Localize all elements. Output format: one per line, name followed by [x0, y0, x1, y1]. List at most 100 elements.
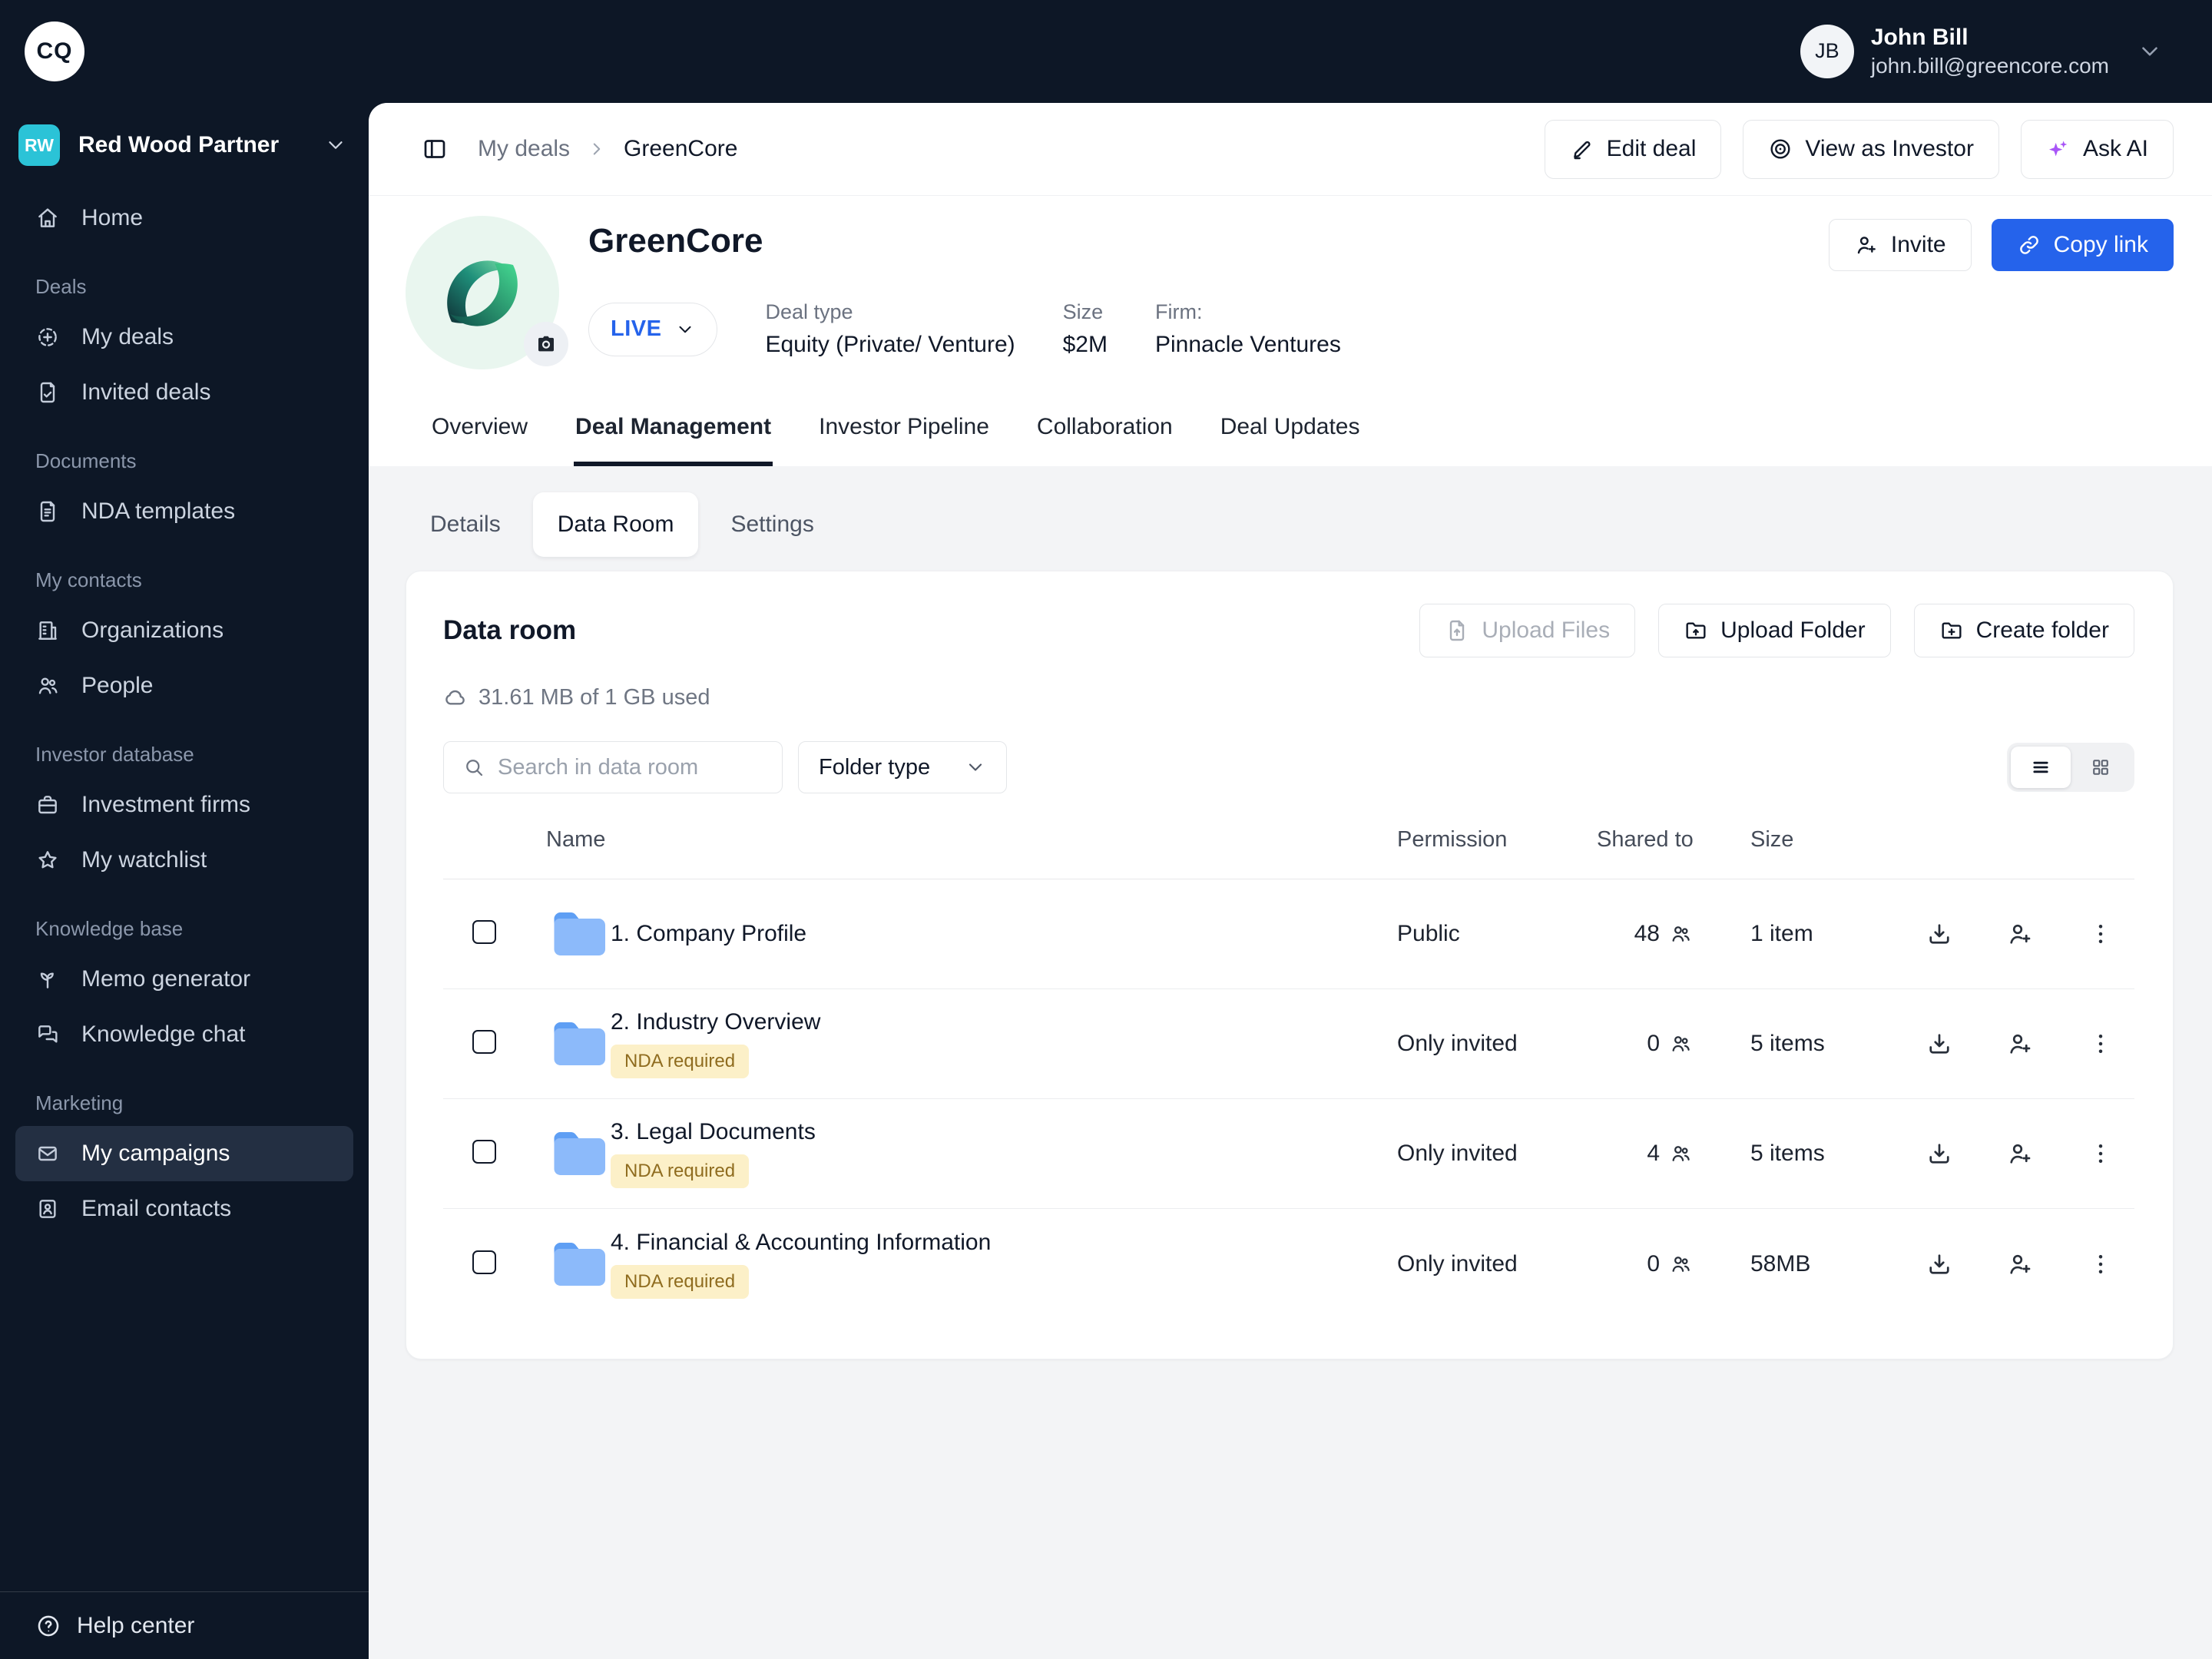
shared-to-value: 48 [1597, 921, 1750, 947]
user-menu[interactable]: JB John Bill john.bill@greencore.com [1800, 23, 2163, 80]
sidebar-item-label: Memo generator [81, 966, 251, 992]
download-icon[interactable] [1926, 920, 1953, 948]
file-text-icon [35, 499, 60, 524]
chevron-right-icon [587, 139, 607, 159]
kebab-menu-icon[interactable] [2087, 920, 2114, 948]
row-checkbox[interactable] [472, 1140, 496, 1164]
workspace-badge: RW [18, 124, 60, 166]
folder-name[interactable]: 3. Legal Documents [611, 1119, 816, 1145]
folder-name[interactable]: 1. Company Profile [611, 921, 806, 947]
upload-folder-button[interactable]: Upload Folder [1658, 604, 1891, 657]
person-plus-icon[interactable] [2006, 920, 2034, 948]
subtab-details[interactable]: Details [406, 492, 525, 557]
sidebar-item-home[interactable]: Home [15, 190, 353, 246]
sidebar-item-email-contacts[interactable]: Email contacts [15, 1181, 353, 1237]
invite-button[interactable]: Invite [1828, 219, 1972, 271]
sidebar-item-label: My campaigns [81, 1141, 230, 1166]
person-plus-icon[interactable] [2006, 1030, 2034, 1058]
chevron-down-icon [675, 320, 695, 339]
person-plus-icon[interactable] [2006, 1250, 2034, 1278]
folder-name[interactable]: 4. Financial & Accounting Information [611, 1230, 991, 1256]
workspace-name: Red Wood Partner [78, 132, 280, 157]
sidebar-item-investment-firms[interactable]: Investment firms [15, 777, 353, 833]
upload-file-icon [1445, 618, 1469, 643]
data-room-card: Data room Upload Files Upload Folder Cre… [406, 571, 2174, 1359]
sidebar-item-knowledge-chat[interactable]: Knowledge chat [15, 1007, 353, 1062]
sidebar-item-memo-generator[interactable]: Memo generator [15, 952, 353, 1007]
tab-deal-updates[interactable]: Deal Updates [1219, 403, 1362, 466]
sidebar-section-knowledge-base: Knowledge base [35, 917, 184, 940]
app-logo[interactable]: CQ [25, 22, 84, 81]
deal-status-dropdown[interactable]: LIVE [588, 302, 718, 356]
size-value: 1 item [1750, 921, 1813, 946]
sidebar-item-people[interactable]: People [15, 658, 353, 714]
table-row: 1. Company Profile Public 48 1 item [443, 879, 2134, 989]
tab-overview[interactable]: Overview [430, 403, 529, 466]
header-actions: Edit deal View as Investor Ask AI [1544, 119, 2174, 179]
people-icon [35, 674, 60, 698]
list-view-button[interactable] [2011, 747, 2071, 788]
tab-deal-management[interactable]: Deal Management [574, 403, 773, 466]
download-icon[interactable] [1926, 1140, 1953, 1167]
tab-collaboration[interactable]: Collaboration [1035, 403, 1174, 466]
row-checkbox[interactable] [472, 1030, 496, 1054]
kebab-menu-icon[interactable] [2087, 1030, 2114, 1058]
sidebar-item-label: Knowledge chat [81, 1022, 246, 1047]
avatar: JB [1800, 24, 1854, 78]
ask-ai-button[interactable]: Ask AI [2020, 119, 2174, 179]
tab-investor-pipeline[interactable]: Investor Pipeline [817, 403, 991, 466]
breadcrumb-current: GreenCore [624, 136, 738, 161]
kebab-menu-icon[interactable] [2087, 1140, 2114, 1167]
shared-to-value: 0 [1597, 1251, 1750, 1277]
sidebar-item-label: People [81, 673, 154, 698]
copy-link-button[interactable]: Copy link [1991, 219, 2174, 271]
grid-view-button[interactable] [2071, 747, 2131, 788]
subtab-settings[interactable]: Settings [706, 492, 838, 557]
sidebar-item-my-watchlist[interactable]: My watchlist [15, 833, 353, 888]
briefcase-icon [35, 793, 60, 817]
sidebar-item-invited-deals[interactable]: Invited deals [15, 365, 353, 420]
deal-plus-icon [35, 325, 60, 349]
sidebar-item-my-deals[interactable]: My deals [15, 310, 353, 365]
row-checkbox[interactable] [472, 920, 496, 944]
sidebar-item-label: Organizations [81, 618, 224, 643]
help-center-link[interactable]: Help center [0, 1591, 369, 1659]
breadcrumb-my-deals[interactable]: My deals [478, 136, 570, 162]
sidebar-item-label: Home [81, 205, 144, 230]
deal-firm-field: Firm: Pinnacle Ventures [1154, 300, 1341, 357]
sidebar-toggle-icon[interactable] [421, 135, 449, 163]
sidebar-item-label: Investment firms [81, 792, 251, 817]
deal-logo[interactable] [406, 216, 568, 369]
app-logo-text: CQ [36, 38, 73, 64]
sidebar-item-nda-templates[interactable]: NDA templates [15, 484, 353, 539]
data-room-toolbar: Upload Files Upload Folder Create folder [1419, 604, 2134, 657]
sidebar-item-label: My deals [81, 324, 174, 349]
sidebar-item-my-campaigns[interactable]: My campaigns [15, 1126, 353, 1181]
breadcrumb: My deals GreenCore [478, 136, 737, 162]
download-icon[interactable] [1926, 1030, 1953, 1058]
subtab-data-room[interactable]: Data Room [532, 492, 699, 557]
sidebar-item-organizations[interactable]: Organizations [15, 603, 353, 658]
home-icon [35, 206, 60, 230]
deal-title: GreenCore [588, 222, 763, 260]
folder-name[interactable]: 2. Industry Overview [611, 1009, 820, 1035]
person-plus-icon[interactable] [2006, 1140, 2034, 1167]
create-folder-button[interactable]: Create folder [1913, 604, 2134, 657]
kebab-menu-icon[interactable] [2087, 1250, 2114, 1278]
user-email: john.bill@greencore.com [1870, 53, 2109, 78]
change-logo-button[interactable] [524, 322, 568, 366]
search-input[interactable] [498, 754, 763, 780]
workspace-switcher[interactable]: RW Red Wood Partner [0, 103, 369, 183]
upload-files-button[interactable]: Upload Files [1419, 604, 1636, 657]
storage-usage: 31.61 MB of 1 GB used [443, 685, 2134, 710]
download-icon[interactable] [1926, 1250, 1953, 1278]
folder-type-select[interactable]: Folder type [798, 741, 1007, 793]
edit-deal-button[interactable]: Edit deal [1544, 119, 1722, 179]
row-checkbox[interactable] [472, 1250, 496, 1274]
view-as-investor-button[interactable]: View as Investor [1743, 119, 1999, 179]
shared-users-icon [1669, 1032, 1692, 1055]
column-permission: Permission [1397, 827, 1508, 852]
chevron-down-icon[interactable] [2137, 38, 2163, 65]
user-name: John Bill [1870, 25, 1969, 51]
seedling-icon [35, 967, 60, 992]
